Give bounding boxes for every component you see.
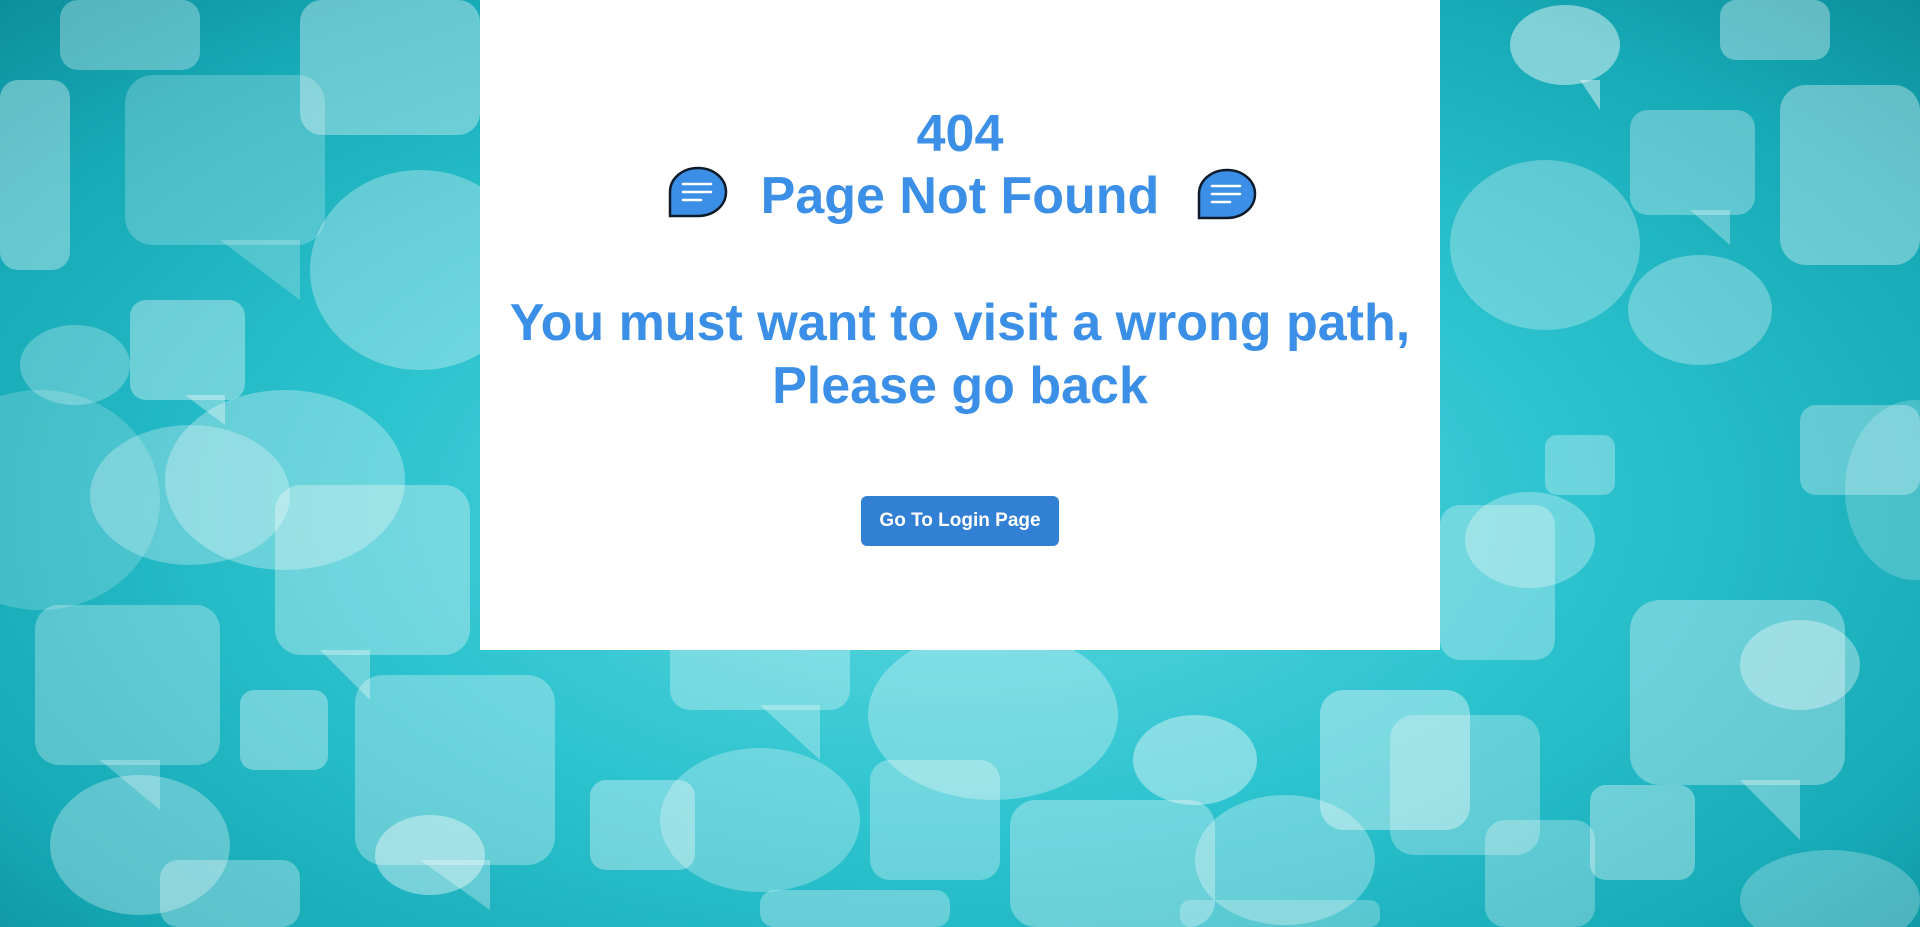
error-message: You must want to visit a wrong path, Ple…	[480, 292, 1440, 418]
page-title: Page Not Found	[760, 167, 1160, 225]
error-code: 404	[916, 105, 1004, 163]
title-row: Page Not Found	[480, 165, 1440, 231]
error-message-line: You must want to visit a wrong path,	[509, 294, 1411, 352]
go-to-login-button[interactable]: Go To Login Page	[861, 496, 1059, 546]
chat-bubble-icon	[1197, 168, 1257, 220]
error-message-line: Please go back	[772, 357, 1148, 415]
error-panel: 404 Page Not Found You must want to visi…	[480, 0, 1440, 650]
